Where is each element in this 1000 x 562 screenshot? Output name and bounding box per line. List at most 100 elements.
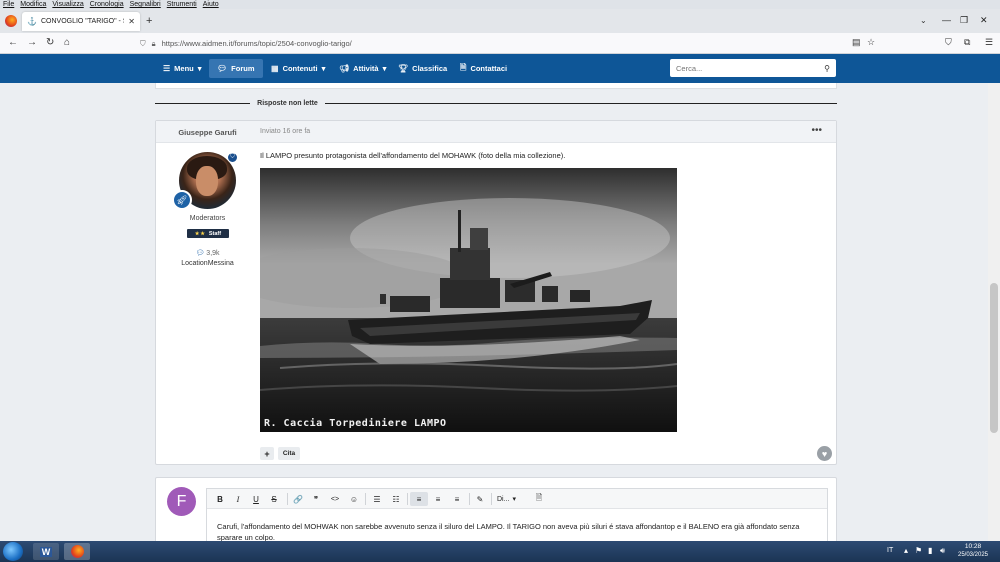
link-icon[interactable]: 🔗 xyxy=(291,492,305,506)
separator-line-left xyxy=(155,103,250,104)
chat-bubble-icon: 💬︎ xyxy=(195,250,205,257)
chevron-up-icon: ⌃ xyxy=(828,83,834,87)
chevron-down-icon: ▾ xyxy=(321,64,326,73)
clock-time[interactable]: 10:28 xyxy=(958,543,988,550)
paint-brush-icon[interactable]: ✎ xyxy=(473,492,487,506)
code-icon[interactable]: <> xyxy=(328,492,342,506)
post-image-ship-photo[interactable]: R. Caccia Torpediniere LAMPO xyxy=(260,168,677,432)
browser-tab-active[interactable]: ⚓ CONVOGLIO "TARIGO" - Storia ✕ xyxy=(22,12,140,31)
reload-icon[interactable]: ↻ xyxy=(46,37,54,48)
strikethrough-button[interactable]: S xyxy=(267,492,281,506)
menu-visualizza[interactable]: Visualizza xyxy=(49,1,86,8)
nav-classifica-label: Classifica xyxy=(412,64,448,73)
browser-navbar: ← → ↻ ⌂ ⛉ 🔒︎ https://www.aidmen.it/forum… xyxy=(0,33,1000,54)
nav-contenuti-label: Contenuti xyxy=(282,64,318,73)
font-dropdown[interactable]: Di... ▾ xyxy=(497,492,516,506)
unread-separator-label: Risposte non lette xyxy=(250,100,325,107)
url-bar[interactable]: ⛉ 🔒︎ https://www.aidmen.it/forums/topic/… xyxy=(140,36,880,51)
chevron-down-icon: ▾ xyxy=(512,496,516,503)
menu-strumenti[interactable]: Strumenti xyxy=(164,1,200,8)
nav-contenuti[interactable]: ▦ Contenuti ▾ xyxy=(263,59,333,78)
back-icon[interactable]: ← xyxy=(8,37,18,48)
toolbar-divider xyxy=(469,493,470,505)
close-tab-icon[interactable]: ✕ xyxy=(128,17,135,26)
scrollbar-thumb[interactable] xyxy=(990,283,998,433)
url-text[interactable]: https://www.aidmen.it/forums/topic/2504-… xyxy=(162,39,352,48)
bulleted-list-icon[interactable]: ☰ xyxy=(370,492,384,506)
maximize-icon[interactable]: ❐ xyxy=(960,15,968,26)
taskbar-word-app[interactable]: W xyxy=(33,543,59,560)
minimize-icon[interactable]: — xyxy=(942,15,951,25)
align-right-icon[interactable]: ≡ xyxy=(450,492,464,506)
badge-pips: ★★ xyxy=(194,230,206,237)
new-tab-icon[interactable]: + xyxy=(146,15,152,27)
nav-contattaci[interactable]: 🗎 Contattaci xyxy=(452,59,515,78)
network-icon[interactable]: ▮ xyxy=(928,546,932,555)
grid-icon: ▦ xyxy=(271,64,279,73)
word-icon: W xyxy=(39,546,53,557)
clock-date[interactable]: 25/03/2025 xyxy=(955,552,991,558)
chat-icon: 💬︎ xyxy=(217,64,228,73)
author-post-count: 💬︎ 3,9k xyxy=(156,249,259,257)
extensions-icon[interactable]: ⧉ xyxy=(964,37,970,48)
font-dropdown-label: Di... xyxy=(497,495,510,503)
bold-button[interactable]: B xyxy=(213,492,227,506)
site-favicon-icon: ⚓ xyxy=(27,17,37,26)
nav-attivita-label: Attività xyxy=(353,64,379,73)
nav-menu[interactable]: ☰ Menu ▾ xyxy=(155,59,210,78)
firefox-icon xyxy=(70,545,84,558)
bookmark-star-icon[interactable]: ☆ xyxy=(867,37,875,48)
menu-modifica[interactable]: Modifica xyxy=(17,1,49,8)
source-view-icon[interactable]: 🗎 xyxy=(532,492,546,506)
staff-badge: ★★ Staff xyxy=(187,229,229,238)
trophy-icon: 🏆︎ xyxy=(398,64,409,73)
nav-classifica[interactable]: 🏆︎ Classifica xyxy=(390,59,455,78)
taskbar-firefox-app[interactable] xyxy=(64,543,90,560)
forward-icon[interactable]: → xyxy=(27,37,37,48)
rich-text-editor[interactable]: B I U S 🔗 ❞ <> ☺ ☰ ☷ ≡ ≡ ≡ ✎ Di... ▾ 🗎 C… xyxy=(206,488,828,541)
flag-icon[interactable]: ⚑ xyxy=(915,546,922,555)
volume-icon[interactable]: 🔊︎ xyxy=(940,546,945,556)
language-indicator[interactable]: IT xyxy=(887,547,893,554)
nav-menu-label: Menu xyxy=(174,64,194,73)
app-menu-icon[interactable]: ☰ xyxy=(985,37,993,48)
underline-button[interactable]: U xyxy=(249,492,263,506)
add-reaction-button[interactable]: + xyxy=(260,447,274,460)
lock-icon[interactable]: 🔒︎ xyxy=(152,39,156,49)
align-center-icon[interactable]: ≡ xyxy=(431,492,445,506)
emoji-icon[interactable]: ☺ xyxy=(347,492,361,506)
post-options-icon[interactable]: ••• xyxy=(811,125,822,136)
reply-text-content[interactable]: Carufi, l'affondamento del MOHWAK non sa… xyxy=(217,521,817,541)
page-scrollbar[interactable] xyxy=(988,83,1000,541)
rank-rocket-icon[interactable]: 🚀︎ xyxy=(172,190,192,210)
nav-forum[interactable]: 💬︎ Forum xyxy=(209,59,263,78)
menu-segnalibri[interactable]: Segnalibri xyxy=(127,1,164,8)
align-left-icon[interactable]: ≡ xyxy=(410,492,428,506)
quote-button[interactable]: Cita xyxy=(278,447,300,460)
menu-file[interactable]: File xyxy=(0,1,17,8)
reader-view-icon[interactable]: ▤ xyxy=(852,37,861,48)
heart-reaction-icon[interactable]: ♥ xyxy=(817,446,832,461)
numbered-list-icon[interactable]: ☷ xyxy=(389,492,403,506)
tab-list-chevron-icon[interactable]: ⌄ xyxy=(920,16,927,25)
search-input[interactable] xyxy=(676,63,825,73)
search-icon[interactable]: ⚲ xyxy=(824,64,830,73)
menu-cronologia[interactable]: Cronologia xyxy=(87,1,127,8)
window-close-icon[interactable]: ✕ xyxy=(980,15,988,26)
author-name-link[interactable]: Giuseppe Garufi xyxy=(156,128,259,137)
italic-button[interactable]: I xyxy=(231,492,245,506)
pocket-icon[interactable]: ⛉ xyxy=(945,37,952,48)
start-button[interactable] xyxy=(3,542,23,561)
site-navigation: ☰ Menu ▾ 💬︎ Forum ▦ Contenuti ▾ 📢︎ Attiv… xyxy=(0,54,1000,83)
shield-icon[interactable]: ⛉ xyxy=(140,39,146,49)
site-search-box[interactable]: ⚲ xyxy=(670,59,836,77)
post-body-text: Il LAMPO presunto protagonista dell'affo… xyxy=(260,151,566,160)
user-avatar[interactable]: F xyxy=(167,487,196,516)
tray-chevron-up-icon[interactable]: ▴ xyxy=(904,546,908,555)
menu-aiuto[interactable]: Aiuto xyxy=(200,1,222,8)
post-timestamp[interactable]: Inviato 16 ore fa xyxy=(260,128,310,135)
blockquote-icon[interactable]: ❞ xyxy=(309,492,323,506)
nav-attivita[interactable]: 📢︎ Attività ▾ xyxy=(331,59,394,78)
home-icon[interactable]: ⌂ xyxy=(64,37,70,48)
avatar-face xyxy=(196,166,218,196)
